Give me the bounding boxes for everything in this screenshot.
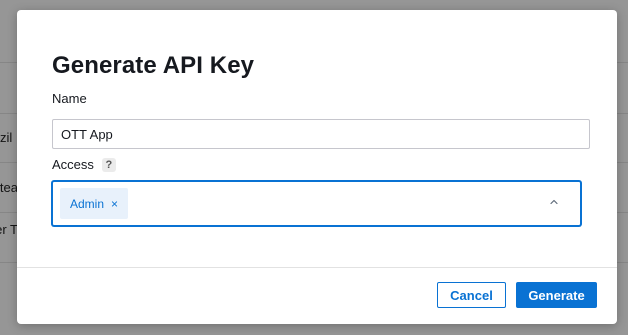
help-icon[interactable]: ?: [101, 157, 116, 172]
access-label: Access: [52, 157, 94, 172]
access-token-admin: Admin ×: [60, 188, 129, 219]
chevron-up-icon[interactable]: [548, 196, 560, 208]
generate-api-key-dialog: Generate API Key Name Access ? Admin × C…: [17, 10, 617, 324]
footer-divider: [17, 267, 617, 268]
generate-button[interactable]: Generate: [516, 282, 597, 308]
dialog-title: Generate API Key: [52, 52, 255, 79]
name-input[interactable]: [52, 119, 590, 149]
token-label: Admin: [70, 196, 105, 211]
access-multiselect[interactable]: Admin ×: [52, 181, 581, 226]
name-label: Name: [52, 91, 87, 106]
access-label-row: Access ?: [52, 157, 116, 172]
cancel-button[interactable]: Cancel: [437, 282, 506, 308]
close-icon[interactable]: ×: [111, 197, 118, 211]
